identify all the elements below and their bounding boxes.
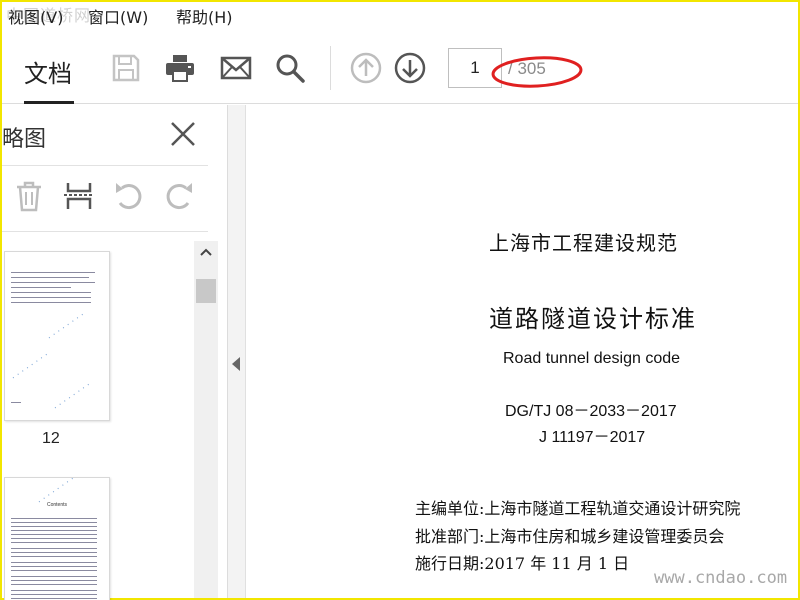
thumb-text-line	[11, 287, 71, 288]
prev-page-button[interactable]	[348, 50, 384, 86]
rotate-right-button[interactable]	[162, 179, 196, 213]
highlight-ellipse	[491, 56, 583, 88]
sidebar-divider	[2, 231, 208, 232]
scroll-up-button[interactable]	[194, 241, 218, 263]
thumb-text-line	[11, 548, 97, 549]
thumb-text-line	[11, 590, 97, 591]
thumb-text-line	[11, 562, 97, 563]
menu-view[interactable]: 视图(V)	[8, 8, 63, 28]
document-english-title: Road tunnel design code	[503, 350, 681, 367]
thumb-text-line	[11, 282, 95, 283]
menu-help[interactable]: 帮助(H)	[176, 8, 233, 28]
print-icon	[166, 55, 194, 82]
tab-document-label: 文档	[24, 60, 72, 88]
thumb-text-line	[11, 556, 97, 557]
thumb-text-line	[11, 277, 89, 278]
scrollbar-thumb[interactable]	[196, 279, 216, 303]
email-button[interactable]	[218, 50, 254, 86]
watermark-bottom: www.cndao.com	[654, 568, 788, 588]
thumb-text-line	[11, 518, 97, 519]
chevron-up-icon	[200, 248, 212, 256]
rotate-right-icon	[166, 183, 192, 210]
toolbar: 文档 1 / 305	[2, 32, 798, 104]
next-page-button[interactable]	[392, 50, 428, 86]
rotate-left-button[interactable]	[112, 179, 146, 213]
menu-bar: 中国道桥网 视图(V) 窗口(W) 帮助(H)	[2, 2, 798, 32]
thumb-text-line	[11, 534, 97, 535]
thumb-text-line	[11, 538, 97, 539]
find-button[interactable]	[272, 50, 308, 86]
tab-active-indicator	[24, 101, 74, 104]
rotate-left-icon	[116, 183, 142, 210]
thumb-text-line	[11, 566, 97, 567]
thumb-text-line	[11, 552, 97, 553]
thumb-watermark: · · · · · · · ·	[10, 350, 51, 384]
document-approval-dept: 批准部门:上海市住房和城乡建设管理委员会	[415, 527, 725, 546]
thumb-text-line	[11, 522, 97, 523]
document-code: DG/TJ 08－2033－2017	[505, 403, 677, 420]
delete-page-button[interactable]	[12, 179, 46, 213]
toolbar-separator	[330, 46, 331, 90]
thumb-text-line	[11, 576, 97, 577]
close-icon[interactable]	[168, 119, 198, 149]
thumbnail-page-label: 12	[42, 430, 60, 447]
extract-icon	[64, 183, 94, 209]
document-editor-unit: 主编单位:上海市隧道工程轨道交通设计研究院	[415, 499, 741, 518]
save-icon	[112, 54, 140, 82]
thumb-text-line	[11, 570, 97, 571]
thumb-text-line	[11, 594, 97, 595]
page-thumbnail-12[interactable]: · · · · · · · · · · · · · · · · · · · · …	[4, 251, 110, 421]
thumb-text-line	[11, 402, 21, 403]
sidebar-title: 略图	[2, 127, 47, 152]
thumb-watermark: · · · · · · · ·	[52, 380, 93, 414]
sidebar-scrollbar[interactable]	[194, 241, 218, 598]
document-code-secondary: J 11197－2017	[539, 429, 646, 446]
thumb-text-line	[11, 598, 97, 599]
thumb-text-line	[11, 297, 91, 298]
thumb-text-line	[11, 292, 91, 293]
thumb-text-line	[11, 580, 97, 581]
thumb-text-line	[11, 530, 97, 531]
collapse-left-icon	[232, 357, 240, 371]
thumb-text-line	[11, 302, 91, 303]
document-page: 上海市工程建设规范 道路隧道设计标准 Road tunnel design co…	[247, 105, 798, 598]
save-button[interactable]	[108, 50, 144, 86]
thumb-text-line	[11, 542, 97, 543]
menu-window[interactable]: 窗口(W)	[88, 8, 148, 28]
thumb-text-line	[11, 272, 95, 273]
thumb-text-line	[11, 584, 97, 585]
page-thumbnail-13[interactable]: · · · · · · · · Contents	[4, 477, 110, 600]
extract-page-button[interactable]	[62, 179, 96, 213]
delete-icon	[17, 181, 41, 212]
document-org: 上海市工程建设规范	[489, 231, 678, 255]
sidebar-collapse-strip[interactable]	[228, 105, 246, 598]
page-down-icon	[394, 52, 426, 84]
print-button[interactable]	[162, 50, 198, 86]
document-effective-date: 施行日期:2017 年 11 月 1 日	[415, 554, 630, 573]
thumb-watermark: · · · · · · · ·	[46, 310, 87, 344]
search-icon	[276, 54, 305, 83]
tab-document[interactable]: 文档	[20, 44, 76, 104]
page-up-icon	[350, 52, 382, 84]
document-title: 道路隧道设计标准	[489, 305, 697, 333]
thumbnail-sidebar: 略图 · · · · · · · · · · · · · · · · · · ·…	[2, 105, 228, 600]
mail-icon	[220, 56, 252, 80]
thumbnail-contents-title: Contents	[47, 502, 68, 508]
thumb-text-line	[11, 526, 97, 527]
sidebar-divider	[2, 165, 208, 166]
